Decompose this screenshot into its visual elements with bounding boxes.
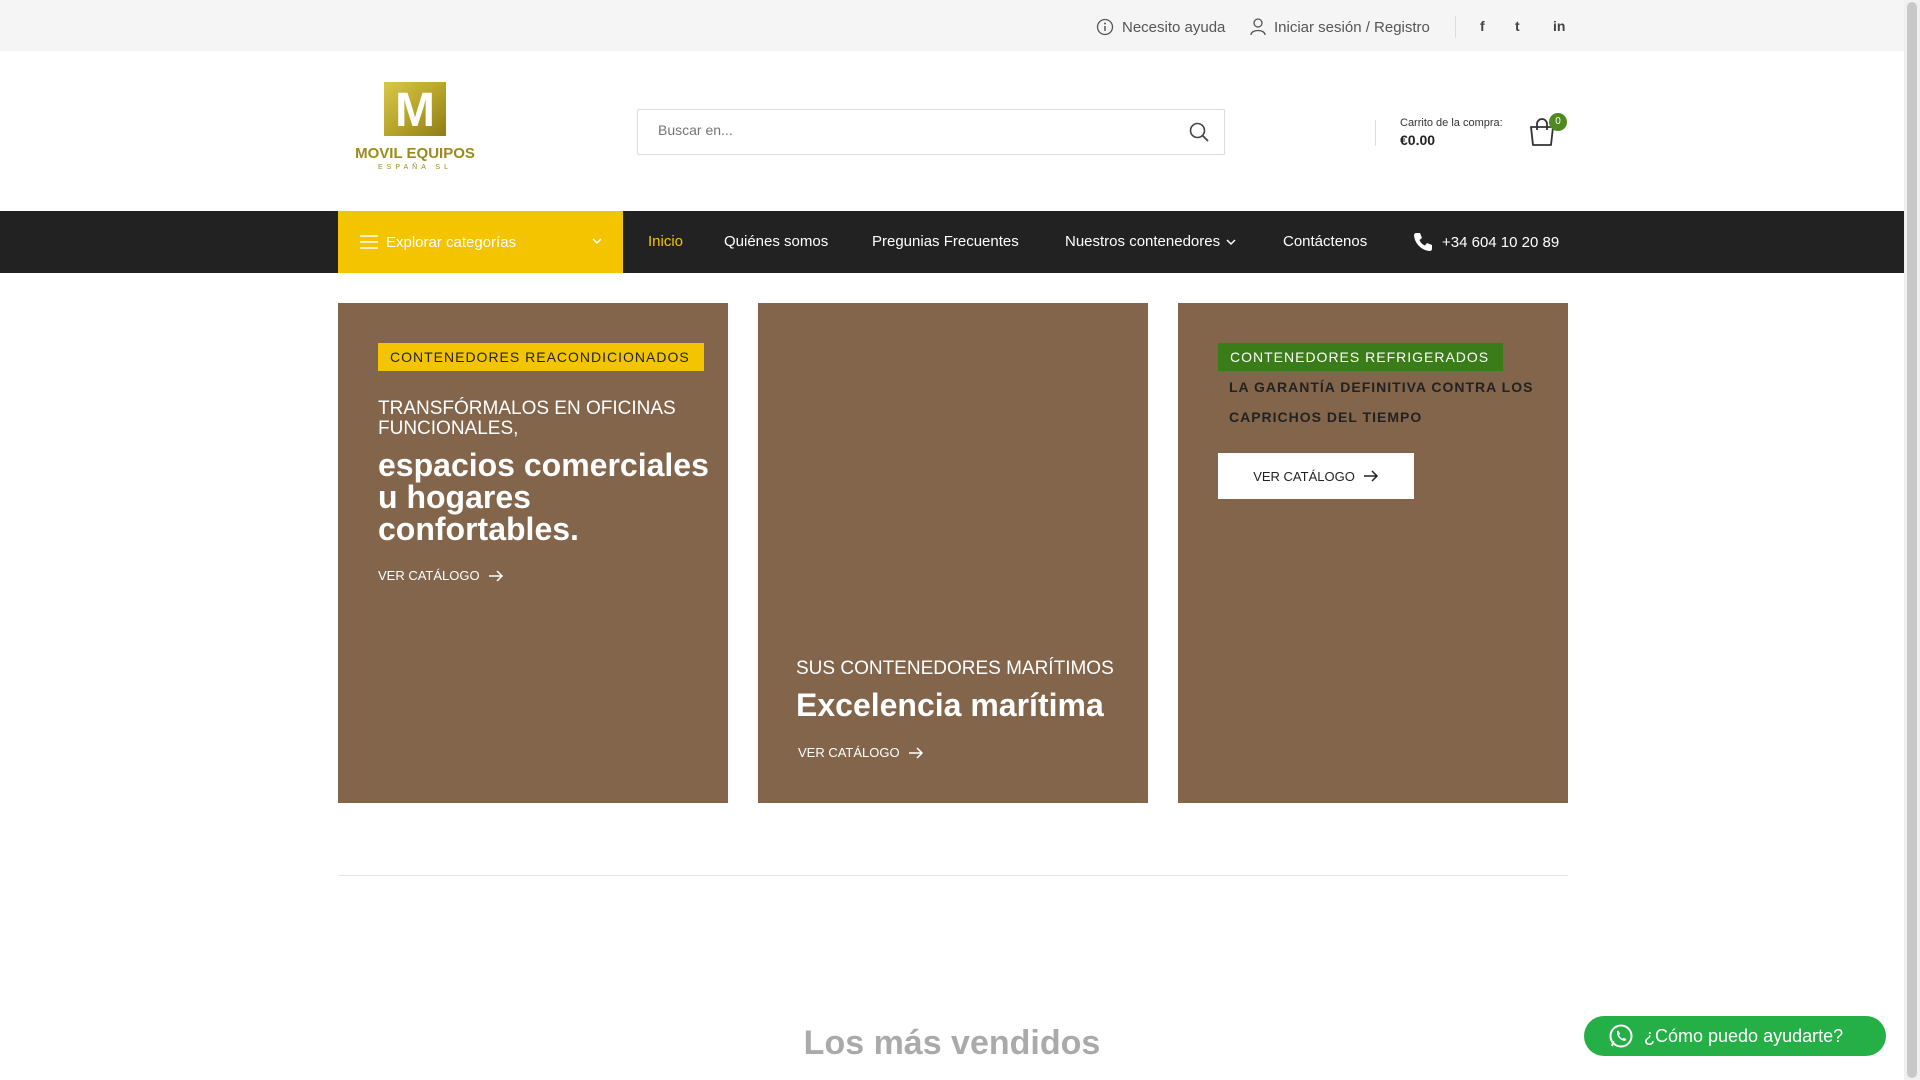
scrollbar-thumb[interactable] bbox=[1907, 2, 1917, 1078]
help-link[interactable]: Necesito ayuda bbox=[1096, 18, 1225, 36]
whatsapp-label: ¿Cómo puedo ayudarte? bbox=[1644, 1025, 1844, 1046]
banner-link-label: VER CATÁLOGO bbox=[378, 568, 480, 583]
banner-subtitle: SUS CONTENEDORES MARÍTIMOS bbox=[796, 658, 1114, 679]
site-logo[interactable]: M MOVIL EQUIPOS ESPAÑA SL bbox=[352, 82, 478, 171]
nav-item-contenedores[interactable]: Nuestros contenedores bbox=[1065, 233, 1236, 250]
categories-button[interactable]: Explorar categorías bbox=[338, 211, 623, 273]
section-divider bbox=[338, 875, 1568, 876]
main-nav: Explorar categorías Inicio Quiénes somos… bbox=[0, 211, 1904, 273]
banner-reacondicionados[interactable]: CONTENEDORES REACONDICIONADOS TRANSFÓRMA… bbox=[338, 303, 728, 803]
phone-icon bbox=[1414, 233, 1432, 251]
help-label: Necesito ayuda bbox=[1122, 18, 1226, 36]
logo-letter: M bbox=[395, 84, 435, 137]
banner-tag: CONTENEDORES REFRIGERADOS bbox=[1218, 343, 1504, 371]
banner-tag: CONTENEDORES REACONDICIONADOS bbox=[378, 343, 704, 371]
arrow-right-icon bbox=[1363, 470, 1378, 482]
search-input[interactable] bbox=[658, 122, 1158, 138]
topbar-divider bbox=[1455, 16, 1456, 38]
banner-link-label: VER CATÁLOGO bbox=[798, 745, 900, 760]
facebook-icon[interactable]: f bbox=[1480, 18, 1485, 34]
whatsapp-icon bbox=[1609, 1024, 1633, 1048]
banner-catalog-link[interactable]: VER CATÁLOGO bbox=[798, 745, 924, 760]
scrollbar[interactable] bbox=[1904, 0, 1920, 1080]
nav-item-quienes-somos[interactable]: Quiénes somos bbox=[724, 233, 828, 250]
menu-icon bbox=[360, 235, 378, 249]
cart-divider bbox=[1375, 120, 1376, 146]
arrow-right-icon bbox=[488, 569, 503, 582]
banner-refrigerados[interactable]: CONTENEDORES REFRIGERADOS LA GARANTÍA DE… bbox=[1178, 303, 1568, 803]
logo-subtext: ESPAÑA SL bbox=[378, 162, 452, 170]
banner-link-label: VER CATÁLOGO bbox=[1253, 468, 1355, 484]
logo-text: MOVIL EQUIPOS bbox=[355, 145, 475, 162]
chevron-down-icon bbox=[1226, 238, 1236, 245]
nav-item-inicio[interactable]: Inicio bbox=[648, 233, 683, 250]
whatsapp-chat-button[interactable]: ¿Cómo puedo ayudarte? bbox=[1584, 1016, 1886, 1056]
phone-number: +34 604 10 20 89 bbox=[1442, 233, 1560, 251]
chevron-down-icon bbox=[592, 238, 602, 244]
banner-title: Excelencia marítima bbox=[796, 687, 1104, 723]
phone-link[interactable]: +34 604 10 20 89 bbox=[1412, 231, 1559, 253]
cart-total: €0.00 bbox=[1400, 132, 1436, 148]
nav-item-contactenos[interactable]: Contáctenos bbox=[1283, 233, 1367, 250]
search-box bbox=[637, 109, 1225, 155]
top-bar: Necesito ayuda Iniciar sesión / Registro… bbox=[0, 0, 1904, 51]
banner-title: espacios comerciales u hogares confortab… bbox=[378, 447, 709, 547]
nav-item-preguntas[interactable]: Pregunias Frecuentes bbox=[872, 233, 1019, 250]
banner-maritimos[interactable]: SUS CONTENEDORES MARÍTIMOS Excelencia ma… bbox=[758, 303, 1148, 803]
arrow-right-icon bbox=[908, 746, 923, 759]
banner-catalog-link[interactable]: VER CATÁLOGO bbox=[378, 568, 504, 583]
banner-description: LA GARANTÍA DEFINITIVA CONTRA LOS CAPRIC… bbox=[1229, 379, 1534, 425]
linkedin-icon[interactable]: in bbox=[1553, 18, 1565, 34]
login-label: Iniciar sesión / Registro bbox=[1274, 18, 1430, 36]
cart-count-badge: 0 bbox=[1549, 113, 1567, 131]
categories-label: Explorar categorías bbox=[386, 233, 517, 251]
banner-catalog-button[interactable]: VER CATÁLOGO bbox=[1218, 453, 1414, 499]
banner-subtitle: TRANSFÓRMALOS EN OFICINAS FUNCIONALES, bbox=[378, 398, 676, 439]
info-icon bbox=[1096, 18, 1114, 36]
user-icon bbox=[1250, 18, 1266, 36]
search-icon[interactable] bbox=[1188, 121, 1210, 143]
login-link[interactable]: Iniciar sesión / Registro bbox=[1250, 18, 1430, 36]
cart-label: Carrito de la compra: bbox=[1400, 117, 1503, 129]
nav-item-contenedores-label: Nuestros contenedores bbox=[1065, 233, 1221, 250]
twitter-icon[interactable]: t bbox=[1515, 18, 1520, 34]
